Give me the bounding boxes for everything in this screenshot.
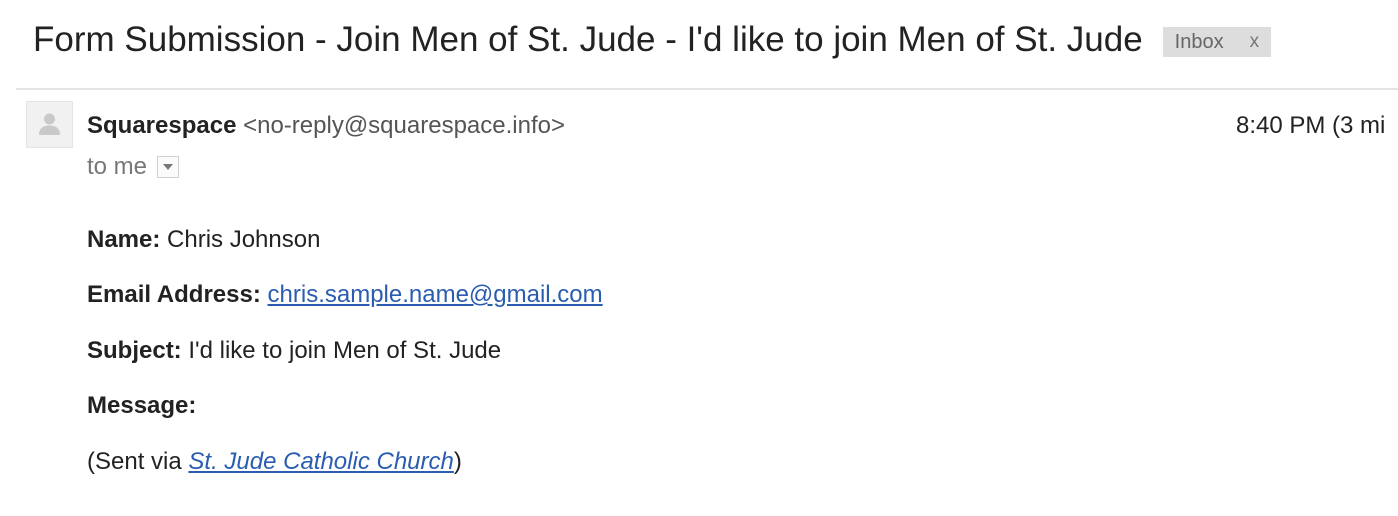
st-jude-church-link[interactable]: St. Jude Catholic Church <box>188 448 453 475</box>
email-timestamp[interactable]: 8:40 PM (3 mi <box>1236 111 1385 141</box>
label-chip-text[interactable]: Inbox <box>1175 31 1224 54</box>
field-name: Name: Chris Johnson <box>87 225 320 255</box>
header-divider <box>16 88 1398 90</box>
field-subject: Subject: I'd like to join Men of St. Jud… <box>87 336 501 366</box>
field-message: Message: <box>87 391 196 421</box>
email-address-label: Email Address: <box>87 281 261 308</box>
inbox-label-chip[interactable]: Inbox x <box>1162 27 1272 57</box>
email-view: Form Submission - Join Men of St. Jude -… <box>0 0 1398 516</box>
sender-name[interactable]: Squarespace <box>87 112 236 139</box>
subject-label: Subject: <box>87 337 182 364</box>
name-label: Name: <box>87 226 161 253</box>
name-value: Chris Johnson <box>167 226 321 253</box>
email-address-link[interactable]: chris.sample.name@gmail.com <box>268 281 603 308</box>
subject-row: Form Submission - Join Men of St. Jude -… <box>33 18 1272 62</box>
remove-label-button[interactable]: x <box>1250 31 1260 53</box>
sender-line: Squarespace <no-reply@squarespace.info> <box>87 111 565 141</box>
dropdown-arrow-icon <box>163 164 174 170</box>
field-email: Email Address: chris.sample.name@gmail.c… <box>87 280 603 310</box>
recipient-text: to me <box>87 153 148 180</box>
show-details-button[interactable] <box>157 156 180 178</box>
email-subject: Form Submission - Join Men of St. Jude -… <box>33 20 1143 59</box>
sent-via-suffix: ) <box>453 448 462 475</box>
sent-via-prefix: (Sent via <box>87 448 189 475</box>
sender-avatar <box>26 101 73 148</box>
recipient-line: to me <box>87 152 180 182</box>
sent-via-line: (Sent via St. Jude Catholic Church) <box>87 447 462 477</box>
subject-value: I'd like to join Men of St. Jude <box>188 337 502 364</box>
message-label: Message: <box>87 392 197 419</box>
sender-email: <no-reply@squarespace.info> <box>243 112 565 139</box>
default-person-icon <box>39 113 60 135</box>
